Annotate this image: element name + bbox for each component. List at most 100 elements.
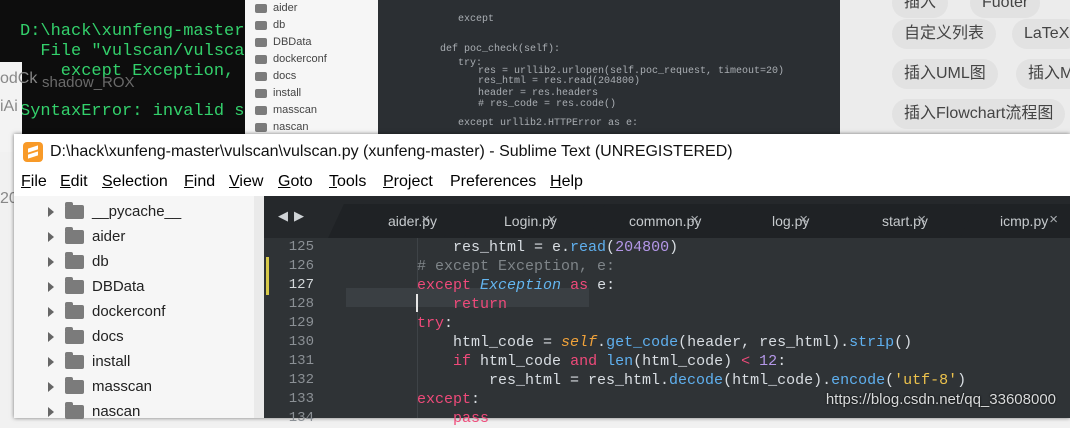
sublime-text-window: D:\hack\xunfeng-master\vulscan\vulscan.p…: [14, 134, 1070, 427]
chevron-right-icon[interactable]: [48, 357, 54, 367]
tab-nav-left-icon[interactable]: ◀: [278, 208, 288, 224]
chip: 插入M: [1016, 59, 1070, 89]
folder-label: db: [273, 19, 286, 31]
folder-icon: [255, 105, 267, 115]
folder-icon: [65, 352, 84, 369]
close-icon[interactable]: ×: [799, 211, 808, 228]
chip: 插入UML图: [892, 59, 998, 89]
sidebar-item-db[interactable]: db: [14, 249, 254, 274]
sidebar-item-docs[interactable]: docs: [14, 324, 254, 349]
tab-common-py[interactable]: common.py ×: [587, 204, 733, 238]
menu-tools[interactable]: Tools: [329, 173, 366, 191]
folder-icon: [65, 202, 84, 219]
line-number: 127: [288, 277, 314, 293]
folder-icon: [65, 277, 84, 294]
sidebar-item-masscan[interactable]: masscan: [14, 374, 254, 399]
code-line: return: [453, 296, 508, 313]
line-number-gutter: 125 126 127 128 129 130 131 132 133 134: [264, 238, 346, 426]
close-icon[interactable]: ×: [1049, 211, 1058, 228]
menu-help[interactable]: Help: [550, 173, 583, 191]
background-editor-preview: except def poc_check(self): try: res = u…: [378, 0, 840, 140]
folder-icon: [255, 122, 267, 132]
menu-file[interactable]: File: [21, 173, 47, 191]
sidebar-item-nascan[interactable]: nascan: [14, 399, 254, 424]
line-number: 131: [288, 353, 314, 369]
sidebar-item-label: masscan: [92, 378, 153, 395]
chevron-right-icon[interactable]: [48, 207, 54, 217]
folder-icon: [65, 302, 84, 319]
close-icon[interactable]: ×: [421, 211, 430, 228]
code-line: def poc_check(self):: [440, 44, 561, 55]
sidebar-item-pycache[interactable]: __pycache__: [14, 199, 254, 224]
sidebar-item-label: nascan: [92, 403, 141, 420]
code-line: try:: [417, 315, 454, 332]
window-title: D:\hack\xunfeng-master\vulscan\vulscan.p…: [50, 143, 733, 160]
sidebar-item-label: docs: [92, 328, 124, 345]
line-number: 129: [288, 315, 314, 331]
list-item: masscan: [255, 102, 317, 118]
sidebar-folder-tree: __pycache__ aider db DBData dockerconf d…: [14, 196, 264, 420]
sidebar-item-aider[interactable]: aider: [14, 224, 254, 249]
title-bar[interactable]: D:\hack\xunfeng-master\vulscan\vulscan.p…: [14, 134, 1070, 170]
tab-nav-right-icon[interactable]: ▶: [294, 208, 304, 224]
tab-label: icmp.py: [1000, 213, 1049, 229]
menu-find[interactable]: Find: [184, 173, 215, 191]
code-line: except:: [417, 391, 481, 408]
code-line: # res_code = res.code(): [478, 99, 617, 110]
folder-icon: [255, 37, 267, 47]
folder-icon: [255, 71, 267, 81]
list-item: install: [255, 85, 301, 101]
sidebar-item-install[interactable]: install: [14, 349, 254, 374]
list-item: nascan: [255, 119, 308, 135]
sidebar-item-label: DBData: [92, 278, 145, 295]
code-line: # except Exception, e:: [417, 258, 616, 275]
menu-goto[interactable]: Goto: [278, 173, 313, 191]
code-editor: ◀ ▶ aider.py × Login.py × common.py × log.p…: [264, 196, 1070, 427]
list-item: aider: [255, 0, 297, 16]
chip: 插入: [892, 0, 949, 18]
folder-icon: [65, 252, 84, 269]
folder-icon: [255, 3, 267, 13]
code-line: header = res.headers: [478, 88, 599, 99]
folder-icon: [65, 327, 84, 344]
background-text: shadow_ROX: [42, 74, 135, 91]
chevron-right-icon[interactable]: [48, 307, 54, 317]
watermark: https://blog.csdn.net/qq_33608000: [825, 391, 1056, 408]
line-number: 125: [288, 239, 314, 255]
folder-icon: [65, 377, 84, 394]
sidebar-item-label: install: [92, 353, 131, 370]
list-item: docs: [255, 68, 296, 84]
line-number: 132: [288, 372, 314, 388]
folder-label: nascan: [273, 121, 309, 133]
list-item: dockerconf: [255, 51, 327, 67]
line-number: 130: [288, 334, 314, 350]
chevron-right-icon[interactable]: [48, 257, 54, 267]
line-number: 126: [288, 258, 314, 274]
close-icon[interactable]: ×: [547, 211, 556, 228]
chevron-right-icon[interactable]: [48, 232, 54, 242]
close-icon[interactable]: ×: [917, 211, 926, 228]
folder-icon: [65, 402, 84, 419]
chip: 插入Flowchart流程图: [892, 99, 1066, 129]
tab-icmp-py[interactable]: icmp.py ×: [958, 204, 1070, 238]
sidebar-scrollbar[interactable]: [254, 196, 264, 418]
folder-icon: [255, 20, 267, 30]
chevron-right-icon[interactable]: [48, 382, 54, 392]
chevron-right-icon[interactable]: [48, 282, 54, 292]
sidebar-item-dbdata[interactable]: DBData: [14, 274, 254, 299]
menu-view[interactable]: View: [229, 173, 263, 191]
chevron-right-icon[interactable]: [48, 407, 54, 417]
line-number: 128: [288, 296, 314, 312]
menu-selection[interactable]: Selection: [102, 173, 168, 191]
folder-icon: [65, 227, 84, 244]
close-icon[interactable]: ×: [690, 211, 699, 228]
folder-label: install: [273, 87, 302, 99]
folder-label: masscan: [273, 104, 318, 116]
modified-line-marker: [266, 257, 269, 295]
sidebar-item-dockerconf[interactable]: dockerconf: [14, 299, 254, 324]
chevron-right-icon[interactable]: [48, 332, 54, 342]
menu-edit[interactable]: Edit: [60, 173, 88, 191]
code-line: res_html = res_html.decode(html_code).en…: [417, 372, 967, 389]
menu-project[interactable]: Project: [383, 173, 433, 191]
menu-preferences[interactable]: Preferences: [450, 173, 536, 191]
